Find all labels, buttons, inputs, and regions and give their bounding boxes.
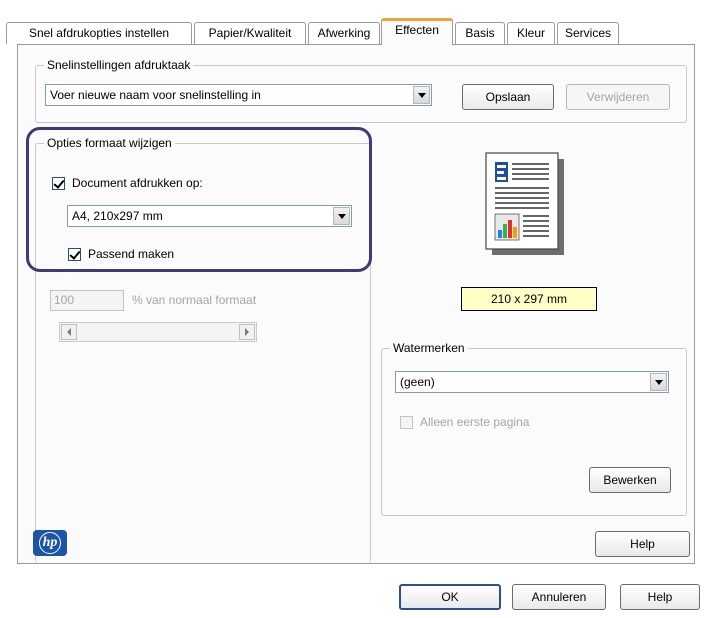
- watermark-value: (geen): [400, 375, 435, 389]
- printer-properties-dialog: Snel afdrukopties instellen Papier/Kwali…: [0, 0, 705, 618]
- chevron-down-icon[interactable]: [650, 373, 667, 391]
- hp-logo-mark: hp: [39, 532, 61, 554]
- paper-size-value: A4, 210x297 mm: [72, 209, 163, 223]
- tab-basics[interactable]: Basis: [455, 22, 505, 44]
- quick-settings-group-label: Snelinstellingen afdruktaak: [44, 58, 194, 72]
- scale-percent-input[interactable]: 100: [50, 290, 124, 311]
- chevron-down-icon[interactable]: [413, 86, 430, 104]
- print-on-checkbox[interactable]: [52, 176, 65, 190]
- save-button[interactable]: Opslaan: [462, 84, 554, 110]
- tab-effects[interactable]: Effecten: [381, 18, 453, 45]
- first-page-only-row[interactable]: Alleen eerste pagina: [400, 415, 529, 429]
- panel-help-button[interactable]: Help: [595, 531, 690, 557]
- slider-right-icon[interactable]: [239, 324, 255, 340]
- chevron-down-icon[interactable]: [333, 207, 350, 225]
- first-page-only-checkbox[interactable]: [400, 415, 413, 429]
- scale-percent-label: % van normaal formaat: [132, 293, 257, 307]
- slider-left-icon[interactable]: [61, 324, 77, 340]
- tab-color[interactable]: Kleur: [507, 22, 555, 44]
- scale-slider[interactable]: [59, 322, 257, 342]
- fit-to-page-checkbox[interactable]: [68, 247, 81, 261]
- fit-to-page-label: Passend maken: [88, 247, 175, 261]
- watermarks-group-label: Watermerken: [390, 341, 468, 355]
- cancel-button[interactable]: Annuleren: [512, 584, 606, 610]
- tab-paper-quality[interactable]: Papier/Kwaliteit: [194, 22, 306, 44]
- page-size-badge: 210 x 297 mm: [461, 287, 597, 311]
- print-on-label: Document afdrukken op:: [72, 176, 203, 190]
- ok-button[interactable]: OK: [399, 584, 501, 610]
- watermark-combo[interactable]: (geen): [395, 371, 669, 393]
- paper-size-combo[interactable]: A4, 210x297 mm: [67, 205, 352, 227]
- tab-finishing[interactable]: Afwerking: [308, 22, 380, 44]
- dialog-help-button[interactable]: Help: [620, 584, 700, 610]
- page-preview-image: [485, 152, 564, 255]
- edit-watermark-button[interactable]: Bewerken: [589, 467, 671, 493]
- hp-logo: hp: [33, 530, 67, 556]
- quick-settings-name-combo[interactable]: Voer nieuwe naam voor snelinstelling in: [45, 84, 432, 106]
- fit-to-page-row[interactable]: Passend maken: [68, 247, 174, 261]
- delete-button[interactable]: Verwijderen: [566, 84, 670, 110]
- print-on-row[interactable]: Document afdrukken op:: [52, 176, 203, 190]
- quick-settings-name-value: Voer nieuwe naam voor snelinstelling in: [50, 88, 261, 102]
- first-page-only-label: Alleen eerste pagina: [420, 415, 530, 429]
- tab-services[interactable]: Services: [557, 22, 619, 44]
- tab-quick-print-options[interactable]: Snel afdrukopties instellen: [6, 22, 192, 44]
